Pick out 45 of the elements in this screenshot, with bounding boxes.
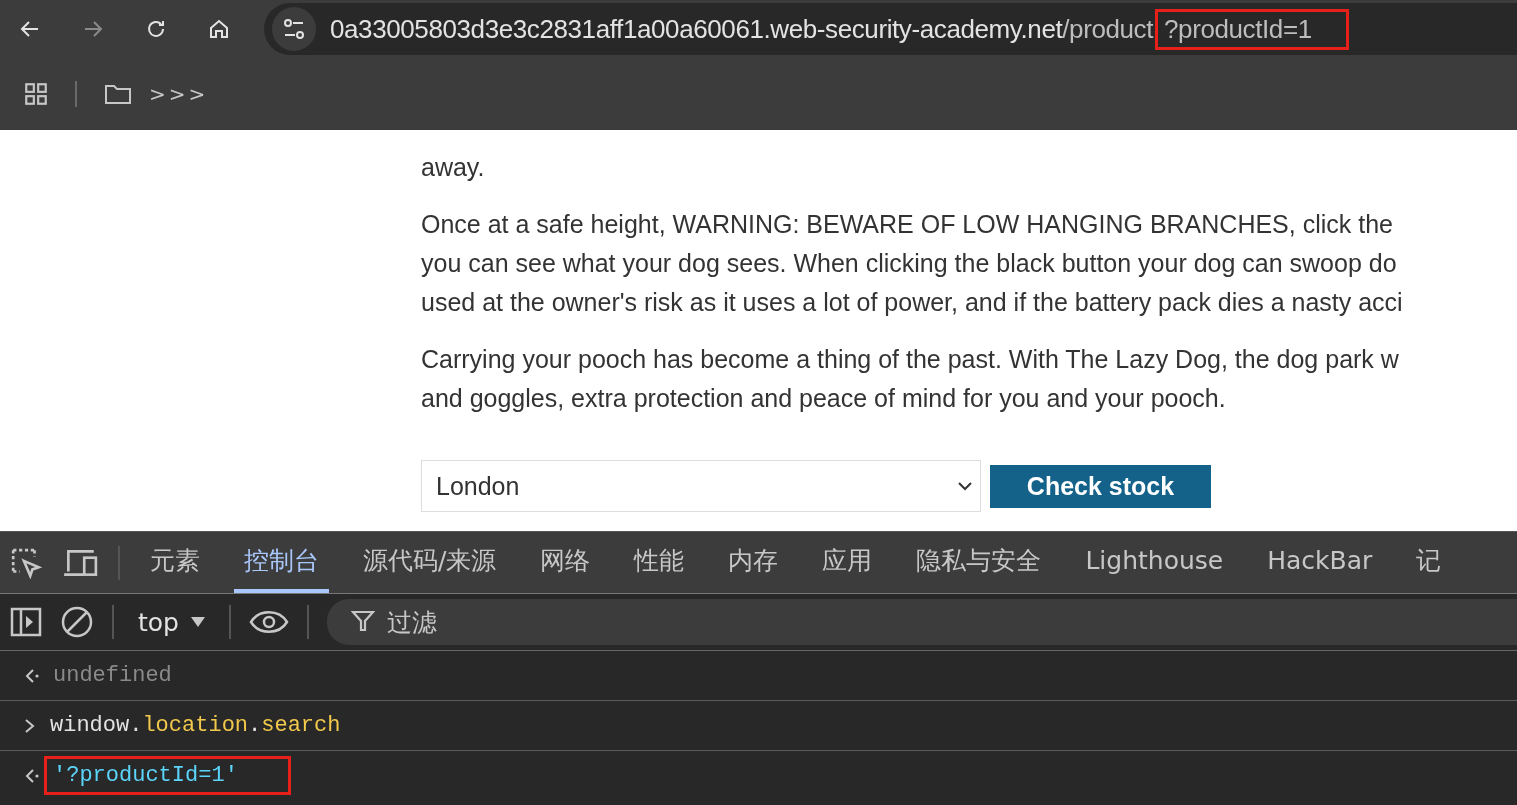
prompt-chevron-icon bbox=[24, 717, 36, 734]
paragraph-line: Once at a safe height, WARNING: BEWARE OF LOW HANGING BRANCHES, click the bbox=[421, 209, 1394, 240]
paragraph-line: Carrying your pooch has become a thing of the past. With The Lazy Dog, the dog park w bbox=[421, 344, 1400, 375]
chevron-down-icon bbox=[958, 481, 972, 491]
console-command-text: . bbox=[248, 713, 262, 738]
devtools-tab[interactable]: 控制台 bbox=[234, 532, 329, 593]
site-settings-icon[interactable] bbox=[272, 7, 316, 51]
apps-grid-icon[interactable] bbox=[23, 81, 49, 107]
console-result-text: '?productId=1' bbox=[53, 763, 238, 788]
sidebar-toggle-icon[interactable] bbox=[10, 606, 42, 638]
clear-console-icon[interactable] bbox=[60, 605, 94, 639]
address-bar[interactable]: 0a33005803d3e3c2831aff1a00a60061.web-security-academy.net/product ?productId=1 bbox=[264, 3, 1517, 55]
console-result-text: undefined bbox=[53, 663, 172, 688]
bookmarks-overflow[interactable]: >>> bbox=[149, 82, 209, 106]
home-icon[interactable] bbox=[207, 17, 231, 41]
folder-icon[interactable] bbox=[103, 82, 133, 106]
check-stock-button[interactable]: Check stock bbox=[990, 464, 1211, 508]
devtools-tab[interactable]: 应用 bbox=[812, 532, 883, 593]
filter-icon bbox=[350, 609, 375, 633]
paragraph-line: you can see what your dog sees. When clicking the black button your dog can swoop do bbox=[421, 248, 1398, 279]
devtools-tab[interactable]: 网络 bbox=[530, 532, 601, 593]
devtools-tab[interactable]: 内存 bbox=[718, 532, 789, 593]
console-command-text: search bbox=[261, 713, 341, 738]
context-dropdown[interactable]: top bbox=[132, 606, 211, 638]
console-command-text: window. bbox=[50, 713, 143, 738]
caret-icon bbox=[190, 617, 205, 627]
devtools-tab[interactable]: 源代码/来源 bbox=[353, 532, 507, 593]
result-arrow-icon bbox=[24, 667, 40, 684]
devtools-tab[interactable]: HackBar bbox=[1257, 532, 1383, 593]
filter-field[interactable]: 过滤 bbox=[326, 599, 1517, 645]
devtools-tab[interactable]: Lighthouse bbox=[1075, 532, 1234, 593]
store-select[interactable]: London bbox=[421, 460, 981, 512]
url-query: ?productId=1 bbox=[1164, 13, 1312, 44]
device-toolbar-icon[interactable] bbox=[62, 547, 98, 578]
paragraph-line: and goggles, extra protection and peace of mind for you and your pooch. bbox=[421, 383, 1227, 414]
eye-icon[interactable] bbox=[248, 609, 289, 635]
devtools-tab[interactable]: 性能 bbox=[624, 532, 695, 593]
result-arrow-icon bbox=[24, 767, 40, 784]
paragraph-line: away. bbox=[421, 152, 486, 183]
devtools-tab[interactable]: 记 bbox=[1406, 532, 1452, 593]
inspect-element-icon[interactable] bbox=[10, 546, 42, 579]
paragraph-line: used at the owner's risk as it uses a lot of power, and if the battery pack dies a nasty acci bbox=[421, 287, 1404, 318]
devtools-tab[interactable]: 元素 bbox=[140, 532, 210, 593]
devtools-tab[interactable]: 隐私与安全 bbox=[906, 532, 1052, 593]
console-command-text: location bbox=[142, 713, 249, 738]
